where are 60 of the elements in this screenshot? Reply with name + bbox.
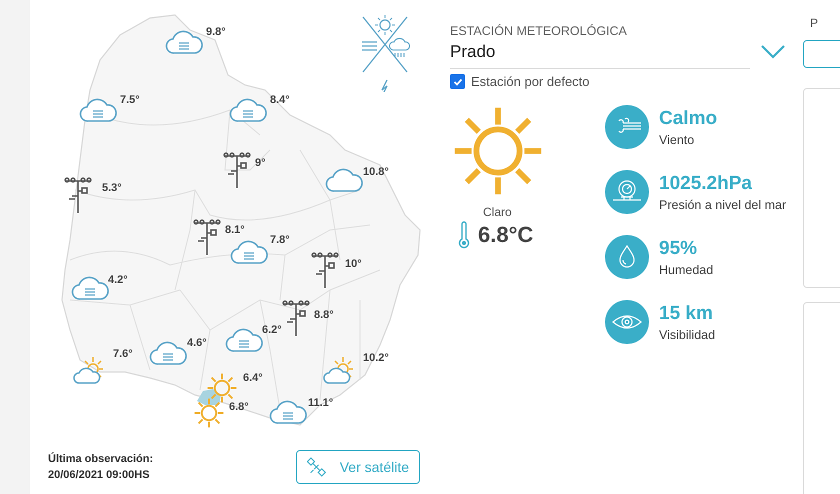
weather-station-icon — [310, 251, 340, 289]
cloud-icon — [269, 399, 307, 425]
temperature-label: 10° — [345, 258, 362, 270]
weather-station-icon — [192, 218, 222, 256]
gauge-icon — [605, 170, 649, 214]
metric-value: 95% — [659, 238, 698, 260]
temperature-label: 7.6° — [113, 348, 133, 360]
metric-label: Humedad — [659, 262, 714, 276]
chevron-down-icon — [760, 44, 786, 60]
metric-value: 15 km — [659, 302, 714, 324]
observation-label: Última observación: — [48, 453, 154, 465]
station-select[interactable]: Prado — [450, 38, 790, 66]
checkmark-icon — [452, 76, 462, 86]
temperature-label: 8.8° — [314, 309, 334, 321]
temperature-label: 4.6° — [187, 337, 207, 349]
weather-station-icon — [281, 299, 311, 337]
temperature-value: 6.8°C — [478, 222, 534, 248]
thermometer-icon — [458, 221, 470, 249]
temperature-label: 5.3° — [102, 182, 122, 194]
temperature-label: 8.4° — [270, 94, 290, 106]
panel-label: P — [810, 16, 818, 30]
cloud-icon — [230, 239, 268, 265]
temperature-label: 10.8° — [363, 166, 389, 178]
temperature-label: 6.4° — [243, 372, 263, 384]
temperature-label: 7.8° — [270, 234, 290, 246]
condition-label: Claro — [483, 205, 512, 219]
weather-station-icon — [222, 151, 252, 189]
checkbox-label: Estación por defecto — [471, 74, 590, 89]
sun-icon — [193, 397, 225, 429]
input-field[interactable] — [803, 40, 840, 68]
wind-icon — [605, 105, 649, 149]
observation-time: 20/06/2021 09:00HS — [48, 469, 151, 481]
cloud-icon — [325, 167, 363, 193]
temperature-label: 4.2° — [108, 274, 128, 286]
temperature-label: 6.2° — [262, 324, 282, 336]
weather-station-icon — [63, 176, 93, 214]
cloud-icon — [79, 97, 117, 123]
droplet-icon — [605, 235, 649, 279]
sun-icon — [206, 372, 238, 404]
weather-legend-icon — [360, 12, 410, 92]
station-label: ESTACIÓN METEOROLÓGICA — [450, 24, 628, 38]
metric-label: Viento — [659, 132, 696, 146]
cloud-icon — [165, 29, 203, 55]
metric-value: 1025.2hPa — [659, 172, 753, 194]
temperature-label: 8.1° — [225, 224, 245, 236]
temperature-label: 9.8° — [206, 26, 226, 38]
cloud-icon — [225, 327, 263, 353]
temperature-label: 9° — [255, 157, 266, 169]
temperature-label: 7.5° — [120, 94, 140, 106]
temperature-label: 10.2° — [363, 352, 389, 364]
cloud-icon — [229, 97, 267, 123]
metric-label: Visibilidad — [659, 328, 716, 342]
cloud-icon — [149, 340, 187, 366]
eye-icon — [605, 300, 649, 344]
metric-value: Calmo — [659, 108, 718, 130]
cloud-icon — [71, 275, 109, 301]
temperature-label: 11.1° — [308, 397, 334, 409]
metric-label: Presión a nivel del mar — [659, 198, 786, 212]
checkbox[interactable] — [450, 74, 465, 89]
temperature-label: 6.8° — [229, 401, 249, 413]
